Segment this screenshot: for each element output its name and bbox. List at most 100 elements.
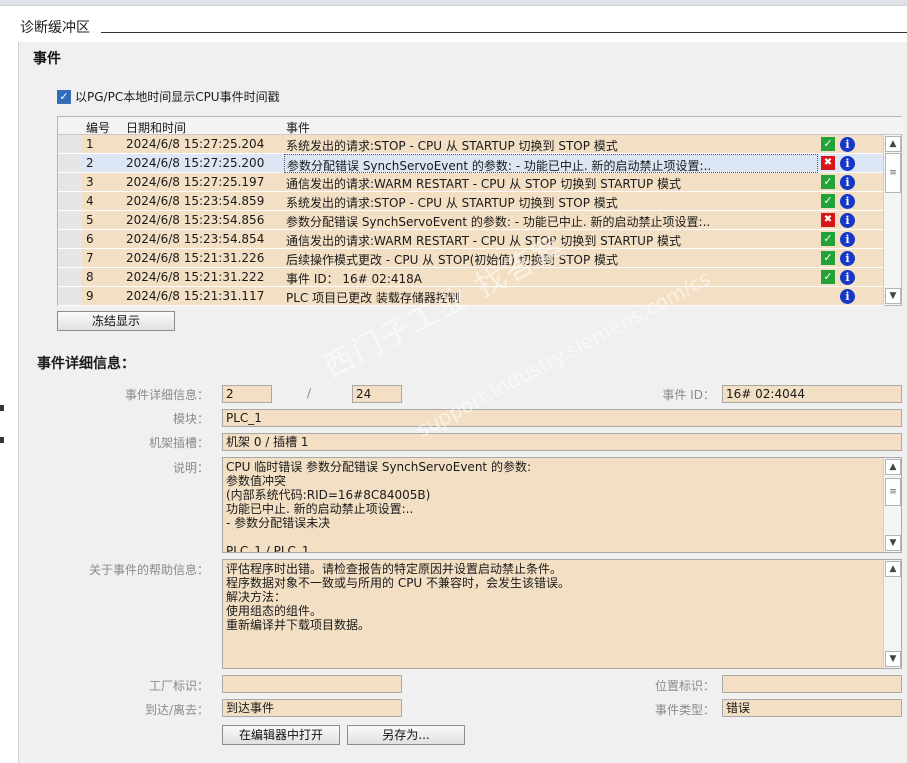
info-icon[interactable]: i [840, 232, 855, 247]
scroll-down-arrow-icon[interactable]: ▼ [885, 535, 901, 551]
status-ok-icon: ✓ [821, 251, 835, 265]
rack-slot-label: 机架插槽： [148, 436, 209, 450]
description-label: 说明： [172, 461, 209, 475]
table-row[interactable]: 1 2024/6/8 15:27:25.204 系统发出的请求:STOP - CPU… [58, 135, 884, 154]
row-number: 9 [86, 289, 94, 303]
section-divider [101, 32, 907, 33]
help-line: 解决方法： [226, 590, 287, 604]
event-index-field: 2 [222, 385, 272, 403]
row-number: 6 [86, 232, 94, 246]
location-id-field [722, 675, 902, 693]
column-header-event[interactable]: 事件 [286, 119, 310, 136]
status-ok-icon: ✓ [821, 270, 835, 284]
description-line: CPU 临时错误 参数分配错误 SynchServoEvent 的参数: [226, 460, 531, 474]
info-icon[interactable]: i [840, 137, 855, 152]
top-toolbar-strip [0, 0, 907, 6]
status-ok-icon: ✓ [821, 232, 835, 246]
row-event: 事件 ID： 16# 02:418A [286, 272, 422, 286]
row-event: 参数分配错误 SynchServoEvent 的参数: - 功能已中止. 新的启… [286, 215, 711, 229]
scroll-down-arrow-icon[interactable]: ▼ [885, 288, 901, 304]
freeze-display-button[interactable]: 冻结显示 [57, 311, 175, 331]
column-header-datetime[interactable]: 日期和时间 [126, 119, 186, 136]
event-id-label: 事件 ID： [662, 388, 715, 402]
local-time-checkbox[interactable]: ✓ [57, 89, 71, 104]
event-type-label: 事件类型： [654, 703, 715, 717]
status-error-icon: ✖ [821, 213, 835, 227]
table-row[interactable]: 7 2024/6/8 15:21:31.226 后续操作模式更改 - CPU 从 S… [58, 249, 884, 268]
coming-going-label: 到达/离去： [144, 703, 209, 717]
table-row[interactable]: 5 2024/6/8 15:23:54.856 参数分配错误 SynchServoE… [58, 211, 884, 230]
row-header[interactable] [58, 154, 82, 173]
table-row[interactable]: 4 2024/6/8 15:23:54.859 系统发出的请求:STOP - CPU… [58, 192, 884, 211]
row-header[interactable] [58, 230, 82, 249]
scroll-down-arrow-icon[interactable]: ▼ [885, 651, 901, 667]
info-icon[interactable]: i [840, 194, 855, 209]
row-header[interactable] [58, 249, 82, 268]
info-icon[interactable]: i [840, 213, 855, 228]
rack-slot-field: 机架 0 / 插槽 1 [222, 433, 902, 451]
table-row[interactable]: 3 2024/6/8 15:27:25.197 通信发出的请求:WARM RESTA… [58, 173, 884, 192]
row-header[interactable] [58, 135, 82, 154]
row-header[interactable] [58, 192, 82, 211]
plant-id-label: 工厂标识： [148, 679, 209, 693]
row-header[interactable] [58, 173, 82, 192]
row-datetime: 2024/6/8 15:23:54.859 [126, 194, 265, 208]
save-as-button[interactable]: 另存为... [347, 725, 465, 745]
description-line: (内部系统代码:RID=16#8C84005B) [226, 488, 431, 502]
diagnostic-buffer-panel: 事件 ✓ 以PG/PC本地时间显示CPU事件时间戳 编号 日期和时间 事件 1 2… [18, 42, 907, 763]
splitter-handle[interactable] [0, 405, 4, 455]
status-ok-icon: ✓ [821, 175, 835, 189]
row-datetime: 2024/6/8 15:27:25.204 [126, 137, 265, 151]
row-number: 2 [86, 156, 94, 170]
scroll-up-arrow-icon[interactable]: ▲ [885, 459, 901, 475]
description-textarea[interactable]: CPU 临时错误 参数分配错误 SynchServoEvent 的参数: 参数值冲… [222, 457, 902, 553]
location-id-label: 位置标识： [654, 679, 715, 693]
row-event: 后续操作模式更改 - CPU 从 STOP(初始值) 切换到 STOP 模式 [286, 253, 619, 267]
section-title: 诊断缓冲区 [20, 20, 90, 36]
row-event: 通信发出的请求:WARM RESTART - CPU 从 STOP 切换到 ST… [286, 177, 682, 191]
status-ok-icon: ✓ [821, 137, 835, 151]
row-number: 4 [86, 194, 94, 208]
help-textarea[interactable]: 评估程序时出错。请检查报告的特定原因并设置启动禁止条件。 程序数据对象不一致或与所… [222, 559, 902, 669]
table-row[interactable]: 9 2024/6/8 15:21:31.117 PLC 项目已更改 装载存储器控制 i [58, 287, 884, 306]
help-line: 重新编译并下载项目数据。 [226, 618, 371, 632]
row-event: 系统发出的请求:STOP - CPU 从 STARTUP 切换到 STOP 模式 [286, 196, 618, 210]
row-header[interactable] [58, 268, 82, 287]
table-row[interactable]: 6 2024/6/8 15:23:54.854 通信发出的请求:WARM RESTA… [58, 230, 884, 249]
events-table-scrollbar[interactable]: ▲ ≡ ▼ [883, 135, 901, 305]
table-row[interactable]: 2 2024/6/8 15:27:25.200 参数分配错误 SynchServoE… [58, 154, 884, 173]
info-icon[interactable]: i [840, 251, 855, 266]
scroll-up-arrow-icon[interactable]: ▲ [885, 136, 901, 152]
description-scrollbar[interactable]: ▲ ≡ ▼ [883, 458, 901, 552]
row-header[interactable] [58, 287, 82, 306]
column-header-number[interactable]: 编号 [86, 119, 110, 136]
row-datetime: 2024/6/8 15:21:31.117 [126, 289, 265, 303]
help-scrollbar[interactable]: ▲ ▼ [883, 560, 901, 668]
row-number: 1 [86, 137, 94, 151]
scroll-thumb[interactable]: ≡ [885, 153, 901, 193]
info-icon[interactable]: i [840, 175, 855, 190]
event-total-field: 24 [352, 385, 402, 403]
scroll-thumb[interactable]: ≡ [885, 478, 901, 506]
row-number: 7 [86, 251, 94, 265]
row-number: 5 [86, 213, 94, 227]
event-type-field: 错误 [722, 699, 902, 717]
info-icon[interactable]: i [840, 156, 855, 171]
row-header[interactable] [58, 211, 82, 230]
local-time-option[interactable]: ✓ 以PG/PC本地时间显示CPU事件时间戳 [57, 88, 280, 105]
scroll-up-arrow-icon[interactable]: ▲ [885, 561, 901, 577]
info-icon[interactable]: i [840, 289, 855, 304]
event-details-heading: 事件详细信息： [37, 356, 135, 372]
module-label: 模块： [172, 412, 209, 426]
row-datetime: 2024/6/8 15:21:31.226 [126, 251, 265, 265]
open-in-editor-button[interactable]: 在编辑器中打开 [222, 725, 340, 745]
description-line: 参数值冲突 [226, 474, 287, 488]
info-icon[interactable]: i [840, 270, 855, 285]
plant-id-field [222, 675, 402, 693]
row-datetime: 2024/6/8 15:27:25.197 [126, 175, 265, 189]
events-table: 编号 日期和时间 事件 1 2024/6/8 15:27:25.204 系统发出的请… [57, 116, 903, 306]
table-row[interactable]: 8 2024/6/8 15:21:31.222 事件 ID： 16# 02:418… [58, 268, 884, 287]
help-line: 使用组态的组件。 [226, 604, 323, 618]
row-datetime: 2024/6/8 15:23:54.854 [126, 232, 265, 246]
description-line: 功能已中止. 新的启动禁止项设置:.. [226, 502, 414, 516]
